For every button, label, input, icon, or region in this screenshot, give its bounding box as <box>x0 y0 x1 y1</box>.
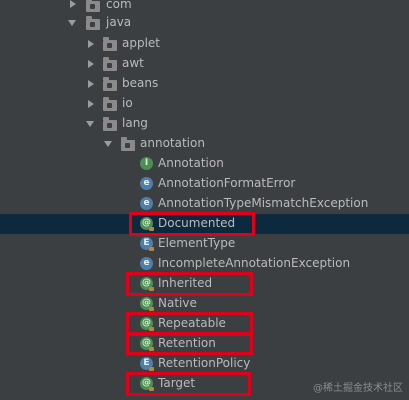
project-tree: com java applet awt beans io lang annota… <box>0 0 409 400</box>
tree-node-AnnotationTypeMismatchException[interactable]: e AnnotationTypeMismatchException <box>0 194 409 214</box>
tree-node-label: AnnotationTypeMismatchException <box>158 196 369 210</box>
folder-icon <box>103 97 117 111</box>
exception-class-icon: e <box>140 197 153 210</box>
tree-node-awt[interactable]: awt <box>0 54 409 74</box>
tree-node-label: io <box>122 96 133 110</box>
tree-node-annotation[interactable]: annotation <box>0 134 409 154</box>
folder-icon <box>103 77 117 91</box>
collapse-arrow-icon[interactable] <box>68 20 76 26</box>
lock-icon <box>149 367 154 371</box>
tree-node-label: Annotation <box>158 156 224 170</box>
tree-node-label: AnnotationFormatError <box>158 176 296 190</box>
tree-node-IncompleteAnnotationException[interactable]: e IncompleteAnnotationException <box>0 254 409 274</box>
tree-node-beans[interactable]: beans <box>0 74 409 94</box>
tree-node-Annotation[interactable]: I Annotation <box>0 154 409 174</box>
collapse-arrow-icon[interactable] <box>86 121 94 127</box>
highlight-box-repeatable <box>126 312 253 335</box>
interface-icon: I <box>140 157 153 170</box>
collapse-arrow-icon[interactable] <box>104 141 112 147</box>
folder-icon <box>103 57 117 71</box>
tree-node-label: Native <box>158 296 197 310</box>
expand-arrow-icon[interactable] <box>70 0 76 8</box>
tree-node-label: applet <box>122 36 161 50</box>
tree-node-io[interactable]: io <box>0 94 409 114</box>
folder-icon <box>86 16 100 30</box>
tree-node-label: RetentionPolicy <box>158 356 251 370</box>
highlight-box-retention <box>126 333 253 355</box>
expand-arrow-icon[interactable] <box>88 100 94 108</box>
tree-node-label: java <box>106 15 132 29</box>
tree-node-Native[interactable]: @ Native <box>0 294 409 314</box>
expand-arrow-icon[interactable] <box>88 80 94 88</box>
tree-node-label: beans <box>122 76 159 90</box>
lock-icon <box>149 247 154 251</box>
lock-icon <box>149 307 154 311</box>
tree-node-com[interactable]: com <box>0 0 409 14</box>
tree-node-label: ElementType <box>158 236 236 250</box>
tree-node-AnnotationFormatError[interactable]: e AnnotationFormatError <box>0 174 409 194</box>
tree-node-ElementType[interactable]: E ElementType <box>0 234 409 254</box>
tree-node-label: com <box>106 0 132 11</box>
expand-arrow-icon[interactable] <box>88 40 94 48</box>
tree-node-java[interactable]: java <box>0 13 409 33</box>
folder-icon <box>121 137 135 151</box>
watermark: @稀土掘金技术社区 <box>313 383 403 394</box>
tree-node-label: annotation <box>140 136 205 150</box>
tree-node-label: lang <box>122 116 148 130</box>
folder-icon <box>103 117 117 131</box>
tree-node-label: awt <box>122 56 144 70</box>
tree-node-RetentionPolicy[interactable]: E RetentionPolicy <box>0 354 409 374</box>
highlight-box-documented <box>129 212 255 236</box>
highlight-box-target <box>126 372 251 396</box>
tree-node-lang[interactable]: lang <box>0 114 409 134</box>
tree-node-applet[interactable]: applet <box>0 34 409 54</box>
expand-arrow-icon[interactable] <box>88 60 94 68</box>
folder-icon <box>103 37 117 51</box>
error-class-icon: e <box>140 177 153 190</box>
highlight-box-inherited <box>126 272 253 296</box>
folder-icon <box>86 0 100 12</box>
exception-class-icon: e <box>140 257 153 270</box>
tree-node-label: IncompleteAnnotationException <box>158 256 351 270</box>
